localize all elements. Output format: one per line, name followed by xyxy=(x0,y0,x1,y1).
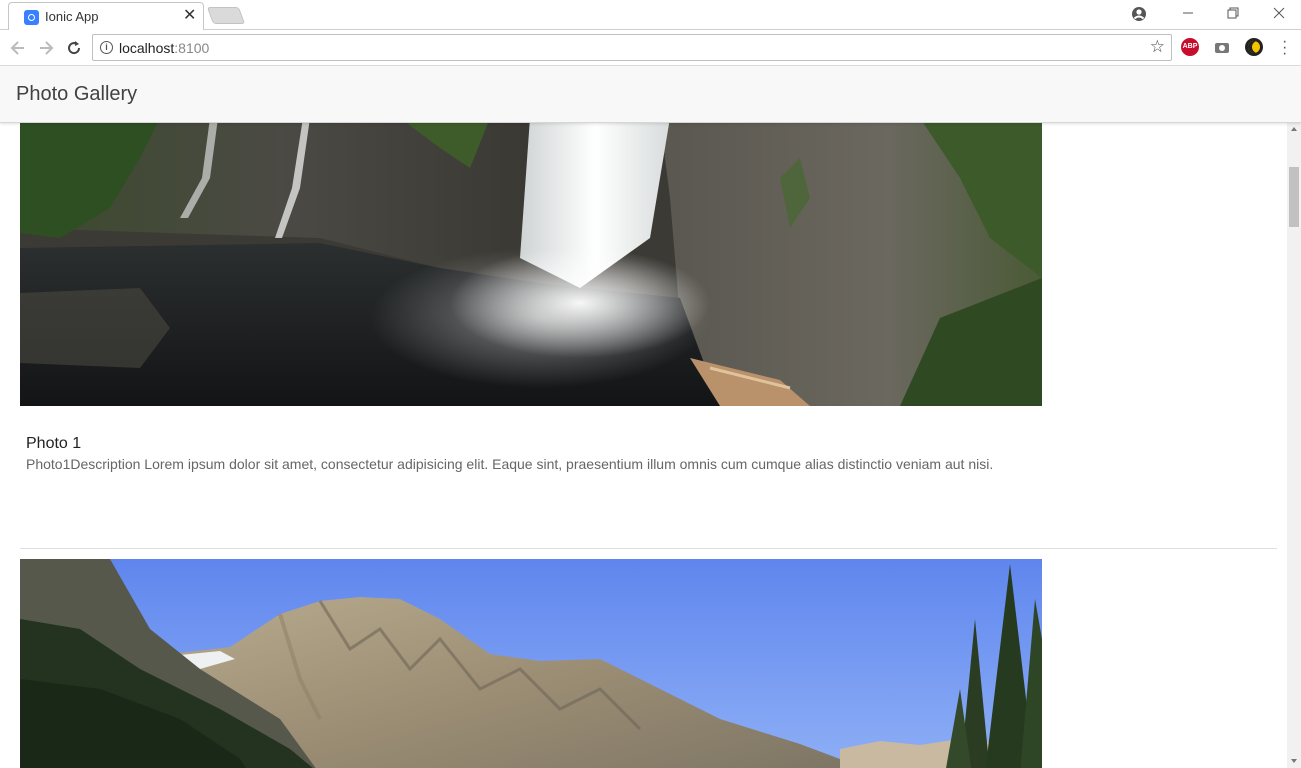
forward-icon[interactable] xyxy=(37,39,55,57)
minimize-icon[interactable] xyxy=(1181,6,1195,20)
scroll-down-arrow-icon[interactable] xyxy=(1291,759,1297,763)
browser-toolbar: i localhost:8100 ☆ ABP · · · xyxy=(0,30,1301,66)
account-icon[interactable] xyxy=(1131,6,1147,22)
browser-menu-icon[interactable]: · · · xyxy=(1282,34,1287,62)
photo-2-image[interactable] xyxy=(20,559,1042,768)
info-icon[interactable]: i xyxy=(100,41,113,54)
bookmark-star-icon[interactable]: ☆ xyxy=(1150,37,1165,57)
ionic-favicon-icon xyxy=(24,10,39,25)
url-port: :8100 xyxy=(174,40,210,56)
url-text: localhost:8100 xyxy=(119,40,209,56)
page-title: Photo Gallery xyxy=(16,83,138,105)
close-window-icon[interactable] xyxy=(1272,6,1286,20)
address-bar[interactable]: i localhost:8100 ☆ xyxy=(92,34,1172,61)
item-separator xyxy=(20,548,1277,549)
reload-icon[interactable] xyxy=(65,39,83,57)
night-mode-icon[interactable] xyxy=(1245,38,1263,56)
browser-tab[interactable]: Ionic App ✕ xyxy=(8,2,204,30)
photo-1-description: Photo1Description Lorem ipsum dolor sit … xyxy=(26,456,994,472)
photo-1-title: Photo 1 xyxy=(26,435,82,452)
content-scrollbar[interactable] xyxy=(1287,123,1301,768)
app-header: Photo Gallery xyxy=(0,66,1301,123)
photo-1-image[interactable] xyxy=(20,123,1042,406)
url-host: localhost xyxy=(119,40,175,56)
adblock-plus-icon[interactable]: ABP xyxy=(1181,38,1199,56)
scroll-thumb[interactable] xyxy=(1289,167,1299,227)
photo-list[interactable]: Photo 1 Photo1Description Lorem ipsum do… xyxy=(0,123,1287,768)
new-tab-button[interactable] xyxy=(206,7,246,24)
tab-close-icon[interactable]: ✕ xyxy=(183,7,196,25)
browser-tabstrip: Ionic App ✕ xyxy=(0,0,1301,30)
tab-title: Ionic App xyxy=(45,9,99,24)
back-icon[interactable] xyxy=(9,39,27,57)
scroll-up-arrow-icon[interactable] xyxy=(1291,127,1297,131)
restore-icon[interactable] xyxy=(1226,6,1240,20)
camera-icon[interactable] xyxy=(1213,38,1231,56)
